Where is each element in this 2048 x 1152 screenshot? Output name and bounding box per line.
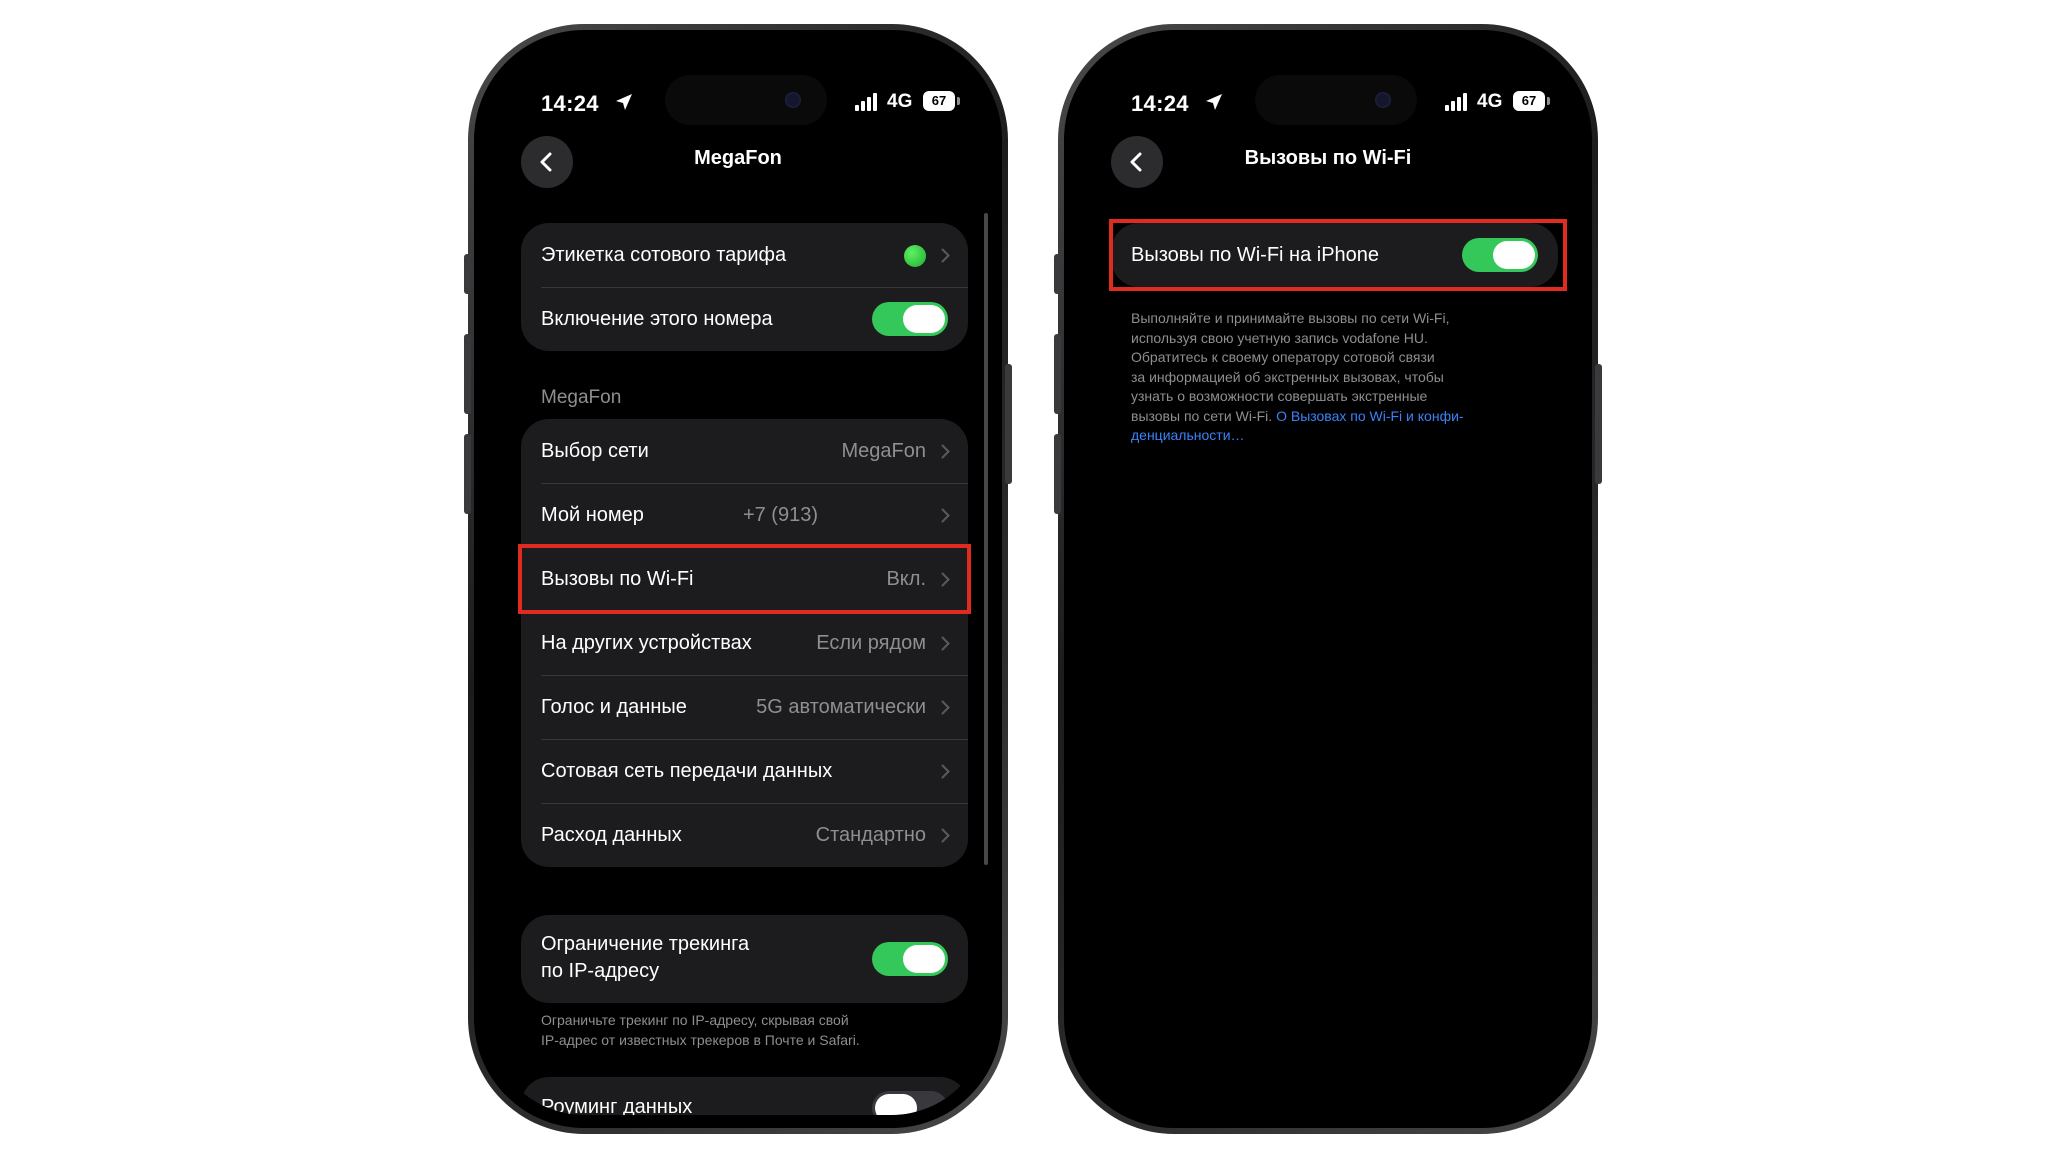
row-cellular-data-network[interactable]: Сотовая сеть передачи данных [521,739,968,803]
ip-tracking-footnote: Ограничьте трекинг по IP-адресу, скрывая… [541,1011,941,1050]
row-value: +7 (913) [742,504,818,526]
battery-tip [1547,97,1550,105]
row-plan-label[interactable]: Этикетка сотового тарифа [521,223,968,287]
location-arrow-icon [1206,94,1222,110]
plan-group: Этикетка сотового тарифа Включение этого… [521,223,968,351]
footnote-line: IP-адрес от известных трекеров в Почте и… [541,1031,860,1048]
footnote-text: вызовы по сети Wi-Fi. [1131,407,1277,424]
row-value: MegaFon [841,440,927,462]
settings-screen-wifi-calling: 14:24 4G 67 Вызовы по Wi-Fi Вызовы по Wi… [1077,43,1579,1115]
chevron-right-icon [941,700,950,715]
volume-up-button [1054,334,1061,414]
row-data-usage[interactable]: Расход данных Стандартно [521,803,968,867]
row-my-number[interactable]: Мой номер +7 (913) [521,483,968,547]
page-title: MegaFon [694,147,782,169]
footnote-line: используя свою учетную запись vodafone H… [1131,329,1428,346]
row-label: Расход данных [541,824,682,846]
carrier-group: Выбор сети MegaFon Мой номер +7 (913) Вы… [521,419,968,867]
row-network-selection[interactable]: Выбор сети MegaFon [521,419,968,483]
location-arrow-icon [616,94,632,110]
phone-bezel: 14:24 4G 67 Вызовы по Wi-Fi Вызовы по Wi… [1064,30,1592,1128]
footnote-line: денциальности… [1131,426,1541,446]
volume-down-button [1054,434,1061,514]
ip-tracking-toggle[interactable] [872,942,948,976]
cellular-signal-icon [1445,93,1467,111]
status-time: 14:24 [541,91,599,116]
volume-down-button [464,434,471,514]
row-voice-data[interactable]: Голос и данные 5G автоматически [521,675,968,739]
chevron-right-icon [941,636,950,651]
ip-tracking-group: Ограничение трекинга по IP-адресу [521,915,968,1003]
phone-right: 14:24 4G 67 Вызовы по Wi-Fi Вызовы по Wi… [1054,24,1602,1134]
row-enable-line: Включение этого номера [521,287,968,351]
settings-screen-megafon: 14:24 4G 67 MegaFon Этикетка сотового та… [487,43,989,1115]
footnote-line: Ограничьте трекинг по IP-адресу, скрывая… [541,1012,849,1028]
scroll-indicator[interactable] [984,213,988,865]
row-label: Выбор сети [541,440,649,462]
roaming-group: Роуминг данных [521,1077,968,1115]
chevron-right-icon [941,764,950,779]
row-label: Голос и данные [541,696,687,718]
footnote-line: узнать о возможности совершать экстренны… [1131,388,1428,404]
battery-icon: 67 [923,91,955,111]
row-value: Если рядом [816,632,926,654]
network-type: 4G [887,91,913,112]
highlight-frame [1109,219,1567,291]
roaming-toggle[interactable] [872,1091,948,1115]
battery-icon: 67 [1513,91,1545,111]
ip-tracking-label-line: Ограничение трекинга [541,933,750,955]
row-label: На других устройствах [541,632,752,654]
battery-tip [957,97,960,105]
action-button [464,254,471,294]
row-label: Включение этого номера [541,308,773,330]
footnote-line: Обратитесь к своему оператору сотовой св… [1131,349,1435,365]
enable-line-toggle[interactable] [872,302,948,336]
plan-color-dot [904,245,926,267]
status-time: 14:24 [1131,91,1189,116]
camera-icon [785,92,801,108]
ip-tracking-label: Ограничение трекинга по IP-адресу [541,931,749,985]
chevron-right-icon [941,248,950,263]
footnote-line: за информацией об экстренных вызовах, чт… [1131,368,1444,385]
camera-icon [1375,92,1391,108]
roaming-label: Роуминг данных [541,1096,693,1115]
network-type: 4G [1477,91,1503,112]
power-button [1595,364,1602,484]
section-header-megafon: MegaFon [541,387,622,408]
action-button [1054,254,1061,294]
volume-up-button [464,334,471,414]
power-button [1005,364,1012,484]
row-other-devices[interactable]: На других устройствах Если рядом [521,611,968,675]
row-value: 5G автоматически [756,696,926,718]
privacy-link[interactable]: О Вызовах по Wi-Fi и конфи- [1276,408,1464,424]
row-value: Стандартно [815,824,926,846]
chevron-right-icon [941,508,950,523]
footnote-line: вызовы по сети Wi-Fi. О Вызовах по Wi-Fi… [1131,407,1541,427]
phone-left: 14:24 4G 67 MegaFon Этикетка сотового та… [464,24,1012,1134]
footnote-line: Выполняйте и принимайте вызовы по сети W… [1131,310,1450,326]
cellular-signal-icon [855,93,877,111]
dynamic-island [1255,75,1417,125]
chevron-right-icon [941,444,950,459]
dynamic-island [665,75,827,125]
ip-tracking-label-line: по IP-адресу [541,960,660,982]
row-label: Этикетка сотового тарифа [541,244,787,266]
highlight-frame [518,544,971,614]
wifi-calling-footnote: Выполняйте и принимайте вызовы по сети W… [1131,309,1541,446]
phone-bezel: 14:24 4G 67 MegaFon Этикетка сотового та… [474,30,1002,1128]
row-label: Сотовая сеть передачи данных [541,760,833,782]
row-label: Мой номер [541,504,644,526]
privacy-link[interactable]: денциальности… [1131,427,1245,443]
page-title: Вызовы по Wi-Fi [1244,147,1412,169]
chevron-right-icon [941,828,950,843]
